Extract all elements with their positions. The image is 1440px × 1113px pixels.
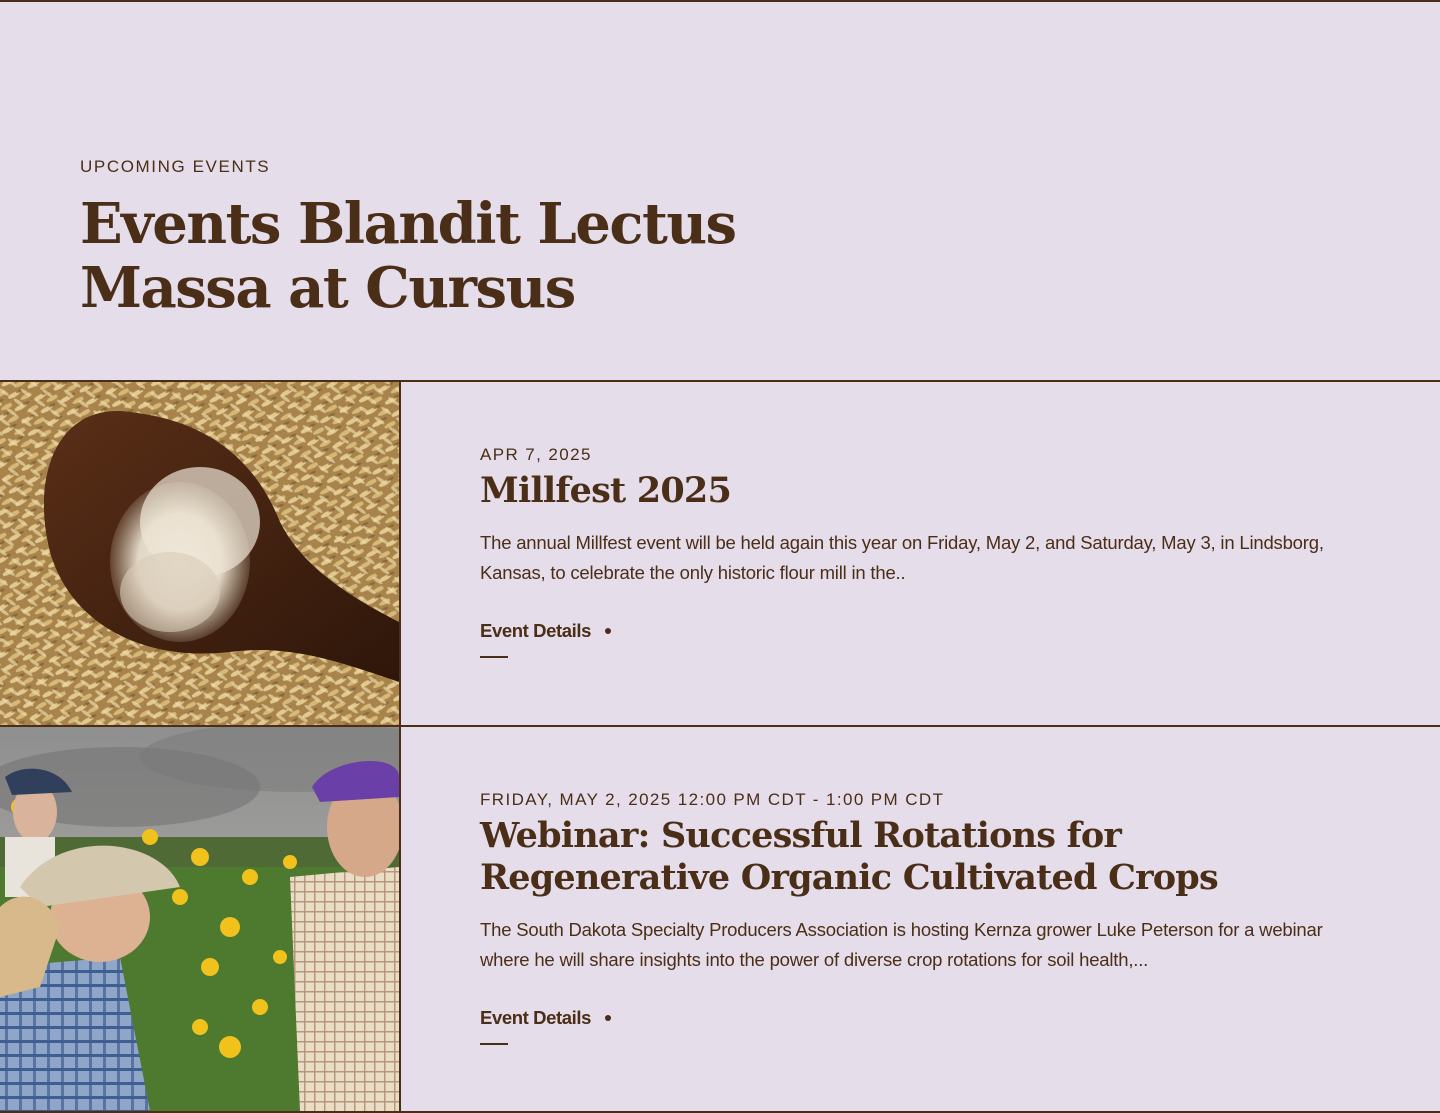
event-title[interactable]: Millfest 2025 [480, 470, 1370, 512]
event-details-label: Event Details [480, 1007, 591, 1028]
section-eyebrow: UPCOMING EVENTS [80, 157, 271, 176]
event-image-flour-spoon[interactable] [0, 382, 401, 725]
event-details-label: Event Details [480, 620, 591, 641]
event-title[interactable]: Webinar: Successful Rotations for Regene… [480, 815, 1370, 899]
event-card: FRIDAY, MAY 2, 2025 12:00 PM CDT - 1:00 … [0, 727, 1440, 1113]
page-title: Events Blandit Lectus Massa at Cursus [80, 191, 737, 321]
events-header: UPCOMING EVENTS Events Blandit Lectus Ma… [80, 156, 980, 320]
bullet-dot-icon [605, 1014, 611, 1021]
event-content: APR 7, 2025 Millfest 2025 The annual Mil… [401, 382, 1440, 725]
event-description: The South Dakota Specialty Producers Ass… [480, 919, 1323, 970]
event-description: The annual Millfest event will be held a… [480, 532, 1324, 583]
event-card: APR 7, 2025 Millfest 2025 The annual Mil… [0, 382, 1440, 727]
link-underline [480, 656, 508, 658]
event-details-link[interactable]: Event Details [480, 618, 611, 658]
events-list: APR 7, 2025 Millfest 2025 The annual Mil… [0, 380, 1440, 1113]
event-date: APR 7, 2025 [480, 445, 592, 464]
top-divider [0, 0, 1440, 2]
event-details-link[interactable]: Event Details [480, 1005, 611, 1045]
bullet-dot-icon [605, 627, 611, 634]
link-underline [480, 1043, 508, 1045]
event-date: FRIDAY, MAY 2, 2025 12:00 PM CDT - 1:00 … [480, 790, 945, 809]
event-content: FRIDAY, MAY 2, 2025 12:00 PM CDT - 1:00 … [401, 727, 1440, 1111]
event-image-sunflower-field[interactable] [0, 727, 401, 1111]
